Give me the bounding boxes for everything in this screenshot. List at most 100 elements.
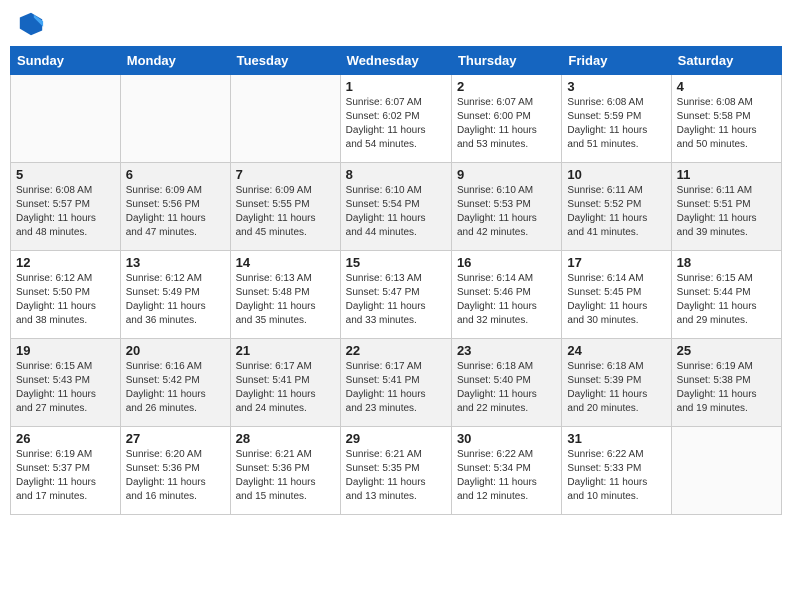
day-number: 30 xyxy=(457,431,556,446)
day-number: 26 xyxy=(16,431,115,446)
calendar-cell: 21 Sunrise: 6:17 AM Sunset: 5:41 PM Dayli… xyxy=(230,339,340,427)
logo xyxy=(15,10,45,38)
day-info: Sunrise: 6:07 AM Sunset: 6:02 PM Dayligh… xyxy=(346,96,446,152)
calendar-week-row: 1 Sunrise: 6:07 AM Sunset: 6:02 PM Daylig… xyxy=(11,75,782,163)
day-number: 3 xyxy=(567,79,665,94)
day-info: Sunrise: 6:08 AM Sunset: 5:59 PM Dayligh… xyxy=(567,96,665,152)
calendar-cell xyxy=(120,75,230,163)
day-info: Sunrise: 6:20 AM Sunset: 5:36 PM Dayligh… xyxy=(126,448,225,504)
day-info: Sunrise: 6:22 AM Sunset: 5:34 PM Dayligh… xyxy=(457,448,556,504)
day-info: Sunrise: 6:10 AM Sunset: 5:54 PM Dayligh… xyxy=(346,184,446,240)
calendar-cell: 24 Sunrise: 6:18 AM Sunset: 5:39 PM Dayli… xyxy=(562,339,671,427)
day-info: Sunrise: 6:13 AM Sunset: 5:47 PM Dayligh… xyxy=(346,272,446,328)
calendar-cell: 26 Sunrise: 6:19 AM Sunset: 5:37 PM Dayli… xyxy=(11,427,121,515)
day-number: 6 xyxy=(126,167,225,182)
day-info: Sunrise: 6:07 AM Sunset: 6:00 PM Dayligh… xyxy=(457,96,556,152)
day-number: 7 xyxy=(236,167,335,182)
day-number: 19 xyxy=(16,343,115,358)
calendar-cell: 17 Sunrise: 6:14 AM Sunset: 5:45 PM Dayli… xyxy=(562,251,671,339)
calendar-cell: 25 Sunrise: 6:19 AM Sunset: 5:38 PM Dayli… xyxy=(671,339,781,427)
day-info: Sunrise: 6:21 AM Sunset: 5:35 PM Dayligh… xyxy=(346,448,446,504)
calendar-cell: 4 Sunrise: 6:08 AM Sunset: 5:58 PM Daylig… xyxy=(671,75,781,163)
day-info: Sunrise: 6:14 AM Sunset: 5:46 PM Dayligh… xyxy=(457,272,556,328)
calendar-cell: 20Sunrise: 6:16 AM Sunset: 5:42 PM Dayli… xyxy=(120,339,230,427)
day-number: 21 xyxy=(236,343,335,358)
calendar-week-row: 26 Sunrise: 6:19 AM Sunset: 5:37 PM Dayli… xyxy=(11,427,782,515)
day-number: 11 xyxy=(677,167,776,182)
calendar-table: SundayMondayTuesdayWednesdayThursdayFrid… xyxy=(10,46,782,515)
day-info: Sunrise: 6:21 AM Sunset: 5:36 PM Dayligh… xyxy=(236,448,335,504)
calendar-header-monday: Monday xyxy=(120,47,230,75)
calendar-header-friday: Friday xyxy=(562,47,671,75)
day-number: 4 xyxy=(677,79,776,94)
day-info: Sunrise: 6:09 AM Sunset: 5:55 PM Dayligh… xyxy=(236,184,335,240)
calendar-cell: 9 Sunrise: 6:10 AM Sunset: 5:53 PM Daylig… xyxy=(451,163,561,251)
day-number: 15 xyxy=(346,255,446,270)
day-info: Sunrise: 6:22 AM Sunset: 5:33 PM Dayligh… xyxy=(567,448,665,504)
calendar-cell: 6 Sunrise: 6:09 AM Sunset: 5:56 PM Daylig… xyxy=(120,163,230,251)
day-number: 16 xyxy=(457,255,556,270)
calendar-week-row: 12 Sunrise: 6:12 AM Sunset: 5:50 PM Dayli… xyxy=(11,251,782,339)
day-number: 24 xyxy=(567,343,665,358)
calendar-cell: 28 Sunrise: 6:21 AM Sunset: 5:36 PM Dayli… xyxy=(230,427,340,515)
calendar-cell: 15 Sunrise: 6:13 AM Sunset: 5:47 PM Dayli… xyxy=(340,251,451,339)
calendar-cell xyxy=(11,75,121,163)
calendar-cell: 23 Sunrise: 6:18 AM Sunset: 5:40 PM Dayli… xyxy=(451,339,561,427)
day-info: Sunrise: 6:15 AM Sunset: 5:44 PM Dayligh… xyxy=(677,272,776,328)
calendar-cell: 22 Sunrise: 6:17 AM Sunset: 5:41 PM Dayli… xyxy=(340,339,451,427)
day-number: 10 xyxy=(567,167,665,182)
day-info: Sunrise: 6:09 AM Sunset: 5:56 PM Dayligh… xyxy=(126,184,225,240)
day-number: 31 xyxy=(567,431,665,446)
calendar-week-row: 19 Sunrise: 6:15 AM Sunset: 5:43 PM Dayli… xyxy=(11,339,782,427)
calendar-header-sunday: Sunday xyxy=(11,47,121,75)
day-info: Sunrise: 6:11 AM Sunset: 5:51 PM Dayligh… xyxy=(677,184,776,240)
day-number: 2 xyxy=(457,79,556,94)
calendar-cell: 3 Sunrise: 6:08 AM Sunset: 5:59 PM Daylig… xyxy=(562,75,671,163)
day-number: 12 xyxy=(16,255,115,270)
day-info: Sunrise: 6:13 AM Sunset: 5:48 PM Dayligh… xyxy=(236,272,335,328)
calendar-cell: 29 Sunrise: 6:21 AM Sunset: 5:35 PM Dayli… xyxy=(340,427,451,515)
day-info: Sunrise: 6:11 AM Sunset: 5:52 PM Dayligh… xyxy=(567,184,665,240)
calendar-week-row: 5Sunrise: 6:08 AM Sunset: 5:57 PM Daylig… xyxy=(11,163,782,251)
day-number: 25 xyxy=(677,343,776,358)
calendar-cell: 12 Sunrise: 6:12 AM Sunset: 5:50 PM Dayli… xyxy=(11,251,121,339)
day-info: Sunrise: 6:17 AM Sunset: 5:41 PM Dayligh… xyxy=(236,360,335,416)
calendar-cell: 16 Sunrise: 6:14 AM Sunset: 5:46 PM Dayli… xyxy=(451,251,561,339)
calendar-header-thursday: Thursday xyxy=(451,47,561,75)
calendar-cell xyxy=(230,75,340,163)
day-info: Sunrise: 6:16 AM Sunset: 5:42 PM Dayligh… xyxy=(126,360,225,416)
day-info: Sunrise: 6:10 AM Sunset: 5:53 PM Dayligh… xyxy=(457,184,556,240)
calendar-cell: 31 Sunrise: 6:22 AM Sunset: 5:33 PM Dayli… xyxy=(562,427,671,515)
day-info: Sunrise: 6:19 AM Sunset: 5:38 PM Dayligh… xyxy=(677,360,776,416)
day-number: 9 xyxy=(457,167,556,182)
day-number: 22 xyxy=(346,343,446,358)
calendar-cell xyxy=(671,427,781,515)
day-info: Sunrise: 6:18 AM Sunset: 5:39 PM Dayligh… xyxy=(567,360,665,416)
day-number: 28 xyxy=(236,431,335,446)
day-info: Sunrise: 6:08 AM Sunset: 5:57 PM Dayligh… xyxy=(16,184,115,240)
day-number: 17 xyxy=(567,255,665,270)
page-header xyxy=(10,10,782,38)
calendar-cell: 8Sunrise: 6:10 AM Sunset: 5:54 PM Daylig… xyxy=(340,163,451,251)
calendar-cell: 14 Sunrise: 6:13 AM Sunset: 5:48 PM Dayli… xyxy=(230,251,340,339)
logo-icon xyxy=(17,10,45,38)
day-number: 29 xyxy=(346,431,446,446)
day-number: 1 xyxy=(346,79,446,94)
calendar-cell: 11 Sunrise: 6:11 AM Sunset: 5:51 PM Dayli… xyxy=(671,163,781,251)
day-info: Sunrise: 6:15 AM Sunset: 5:43 PM Dayligh… xyxy=(16,360,115,416)
day-number: 23 xyxy=(457,343,556,358)
calendar-cell: 2 Sunrise: 6:07 AM Sunset: 6:00 PM Daylig… xyxy=(451,75,561,163)
calendar-cell: 30 Sunrise: 6:22 AM Sunset: 5:34 PM Dayli… xyxy=(451,427,561,515)
calendar-cell: 13Sunrise: 6:12 AM Sunset: 5:49 PM Dayli… xyxy=(120,251,230,339)
day-info: Sunrise: 6:12 AM Sunset: 5:49 PM Dayligh… xyxy=(126,272,225,328)
day-info: Sunrise: 6:12 AM Sunset: 5:50 PM Dayligh… xyxy=(16,272,115,328)
calendar-cell: 1 Sunrise: 6:07 AM Sunset: 6:02 PM Daylig… xyxy=(340,75,451,163)
calendar-cell: 18Sunrise: 6:15 AM Sunset: 5:44 PM Dayli… xyxy=(671,251,781,339)
day-info: Sunrise: 6:19 AM Sunset: 5:37 PM Dayligh… xyxy=(16,448,115,504)
day-info: Sunrise: 6:17 AM Sunset: 5:41 PM Dayligh… xyxy=(346,360,446,416)
day-number: 14 xyxy=(236,255,335,270)
calendar-cell: 10 Sunrise: 6:11 AM Sunset: 5:52 PM Dayli… xyxy=(562,163,671,251)
day-info: Sunrise: 6:08 AM Sunset: 5:58 PM Dayligh… xyxy=(677,96,776,152)
day-info: Sunrise: 6:14 AM Sunset: 5:45 PM Dayligh… xyxy=(567,272,665,328)
day-info: Sunrise: 6:18 AM Sunset: 5:40 PM Dayligh… xyxy=(457,360,556,416)
